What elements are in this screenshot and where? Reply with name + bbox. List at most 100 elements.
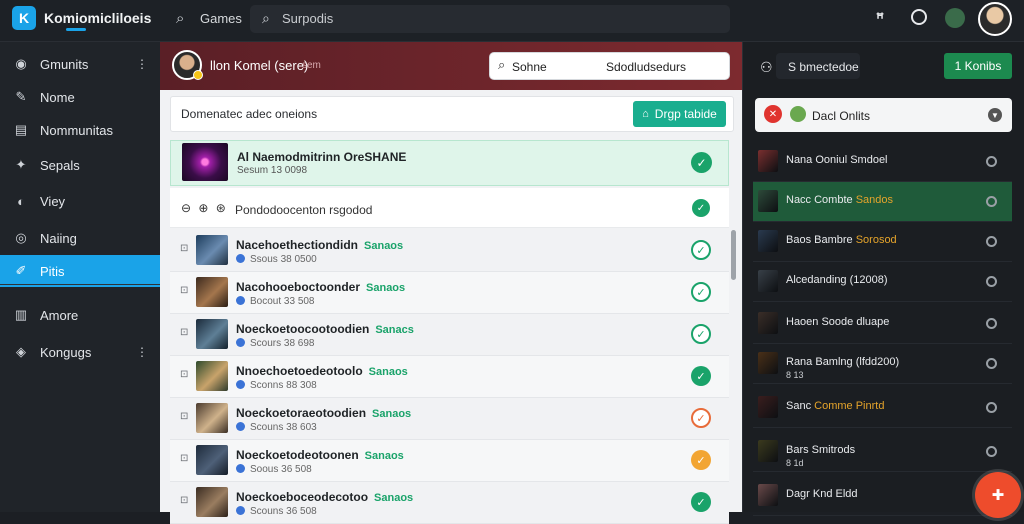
check-icon[interactable]: ✓	[691, 152, 712, 173]
app-logo-icon[interactable]: K	[12, 6, 36, 30]
radio-icon[interactable]	[986, 236, 997, 247]
game-list-item[interactable]: Nacc Combte Sandos	[753, 182, 1012, 222]
search-icon[interactable]: ⌕	[176, 10, 184, 27]
drag-handle-icon[interactable]: ⊡	[180, 327, 188, 338]
sidebar-item-naiing[interactable]: ◎ Naiing	[0, 222, 160, 254]
game-list-item[interactable]: Alcedanding (12008)	[753, 262, 1012, 302]
radio-icon[interactable]	[986, 318, 997, 329]
user-subtitle: sem	[302, 60, 321, 71]
item-meta-text: Sconns 88 308	[250, 380, 317, 391]
status-check-icon[interactable]: ✓	[691, 240, 711, 260]
game-thumbnail	[758, 352, 778, 374]
radio-icon[interactable]	[986, 402, 997, 413]
item-title: Noeckoeboceodecotoo Sanaos	[236, 490, 413, 504]
list-item[interactable]: ⊡ Noeckoetoraeotoodien Sanaos Scouns 38 603…	[170, 398, 729, 440]
game-title-text: Dagr Knd Eldd	[786, 488, 858, 500]
sparkle-icon: ✦	[15, 157, 27, 172]
radio-icon[interactable]	[986, 358, 997, 369]
clock-icon[interactable]	[911, 9, 927, 25]
friends-icon[interactable]	[945, 8, 965, 28]
radio-icon[interactable]	[986, 446, 997, 457]
game-list-item[interactable]: Sanc Comme Pinrtd	[753, 388, 1012, 428]
item-thumbnail	[196, 319, 228, 349]
more-icon[interactable]: ⋮	[136, 57, 148, 71]
drag-handle-icon[interactable]: ⊡	[180, 285, 188, 296]
game-list-item[interactable]: Haoen Soode dluape	[753, 304, 1012, 344]
list-item[interactable]: ⊡ Noeckoeboceodecotoo Sanaos Scouns 36 508 ✓	[170, 482, 729, 524]
sidebar-item-sepals[interactable]: ✦ Sepals	[0, 149, 160, 181]
drag-handle-icon[interactable]: ⊡	[180, 411, 188, 422]
game-title: Alcedanding (12008)	[786, 274, 888, 286]
item-meta: Scouns 38 603	[236, 422, 317, 433]
search-icon: ⌕	[498, 57, 506, 72]
item-thumbnail	[196, 235, 228, 265]
globe-icon: ◉	[15, 56, 27, 71]
drag-handle-icon[interactable]: ⊡	[180, 495, 188, 506]
sidebar-item-viey[interactable]: ◐ Viey	[0, 185, 160, 217]
close-icon[interactable]: ✕	[764, 105, 782, 123]
sidebar-item-kongugs[interactable]: ◈ Kongugs ⋮	[0, 336, 160, 368]
radio-icon[interactable]	[986, 196, 997, 207]
status-check-icon[interactable]: ✓	[691, 324, 711, 344]
game-list-item[interactable]: Dagr Knd Eldd	[753, 476, 1012, 516]
author-dot-icon	[236, 422, 245, 431]
search-placeholder: Surpodis	[282, 11, 334, 26]
status-check-icon[interactable]: ✓	[691, 408, 711, 428]
gift-icon[interactable]: ꟸ	[876, 10, 884, 27]
game-list-item[interactable]: Nana Ooniul Smdoel	[753, 142, 1012, 182]
sidebar-item-label: Naiing	[40, 230, 77, 246]
profile-avatar[interactable]	[978, 2, 1012, 36]
check-icon[interactable]: ✓	[692, 199, 710, 217]
sidebar-item-pitis[interactable]: ✐ Pitis	[0, 255, 160, 287]
game-subtitle: 8 1d	[786, 458, 804, 468]
item-meta: Bocout 33 508	[236, 296, 315, 307]
drop-table-button[interactable]: ⌂ Drgp tabide	[633, 101, 726, 127]
item-title-text: Nacehoethectiondidn	[236, 238, 359, 252]
sidebar-item-nome[interactable]: ✎ Nome	[0, 81, 160, 113]
sidebar-item-label: Nommunitas	[40, 122, 113, 138]
search-icon: ⌕	[262, 10, 270, 26]
status-check-icon[interactable]: ✓	[691, 492, 711, 512]
filter-value: Sdodludsedurs	[606, 60, 687, 74]
users-icon[interactable]: ⚇	[760, 59, 773, 76]
scrollbar[interactable]	[731, 230, 736, 280]
status-check-icon[interactable]: ✓	[691, 282, 711, 302]
sidebar-item-label: Viey	[40, 193, 66, 209]
status-check-icon[interactable]: ✓	[691, 366, 711, 386]
list-item[interactable]: ⊡ Nacehoethectiondidn Sanaos Ssous 38 0500 ✓	[170, 230, 729, 272]
drag-handle-icon[interactable]: ⊡	[180, 243, 188, 254]
sidebar-item-gmunits[interactable]: ◉ Gmunits ⋮	[0, 48, 160, 80]
game-title-text: Bars Smitrods	[786, 444, 856, 456]
sidebar-item-nommunitas[interactable]: ▤ Nommunitas	[0, 114, 160, 146]
author-dot-icon	[236, 296, 245, 305]
drag-handle-icon[interactable]: ⊡	[180, 369, 188, 380]
drag-handle-icon[interactable]: ⊡	[180, 453, 188, 464]
list-item[interactable]: ⊡ Noeckoetoocootoodien Sanacs Scours 38 698…	[170, 314, 729, 356]
item-tag: Sanaos	[366, 282, 406, 294]
game-list-item[interactable]: Rana Bamlng (lfdd200) 8 13	[753, 344, 1012, 384]
list-item[interactable]: ⊡ Nacohooeboctoonder Sanaos Bocout 33 508 ✓	[170, 272, 729, 314]
toolbar-title: Domenatec adec oneions	[181, 107, 318, 121]
status-check-icon[interactable]: ✓	[691, 450, 711, 470]
item-title-text: Noeckoetoraeotoodien	[236, 406, 367, 420]
item-thumbnail	[196, 361, 228, 391]
add-fab-button[interactable]: ✚	[975, 472, 1021, 518]
game-list-item[interactable]: Baos Bambre Sorosod	[753, 222, 1012, 262]
chevron-down-icon[interactable]: ▼	[988, 108, 1002, 122]
list-item[interactable]: ⊡ Nnoechoetoedeotoolo Sanaos Sconns 88 308 ✓	[170, 356, 729, 398]
item-meta-text: Bocout 33 508	[250, 296, 315, 307]
game-title: Sanc Comme Pinrtd	[786, 400, 884, 412]
game-title-text: Nacc Combte	[786, 194, 856, 206]
radio-icon[interactable]	[986, 276, 997, 287]
nav-games[interactable]: Games	[200, 11, 242, 26]
game-list-item[interactable]: Bars Smitrods 8 1d	[753, 432, 1012, 472]
konibs-button[interactable]: 1 Konibs	[944, 53, 1012, 79]
game-title: Baos Bambre Sorosod	[786, 234, 897, 246]
sidebar-item-amore[interactable]: ▥ Amore	[0, 299, 160, 331]
list-item[interactable]: ⊡ Noeckoetodeotoonen Sanaos Soous 36 508 ✓	[170, 440, 729, 482]
radio-icon[interactable]	[986, 156, 997, 167]
more-icon[interactable]: ⋮	[136, 345, 148, 359]
item-meta: Sconns 88 308	[236, 380, 317, 391]
game-icon	[790, 106, 806, 122]
sidebar-item-label: Sepals	[40, 157, 80, 173]
